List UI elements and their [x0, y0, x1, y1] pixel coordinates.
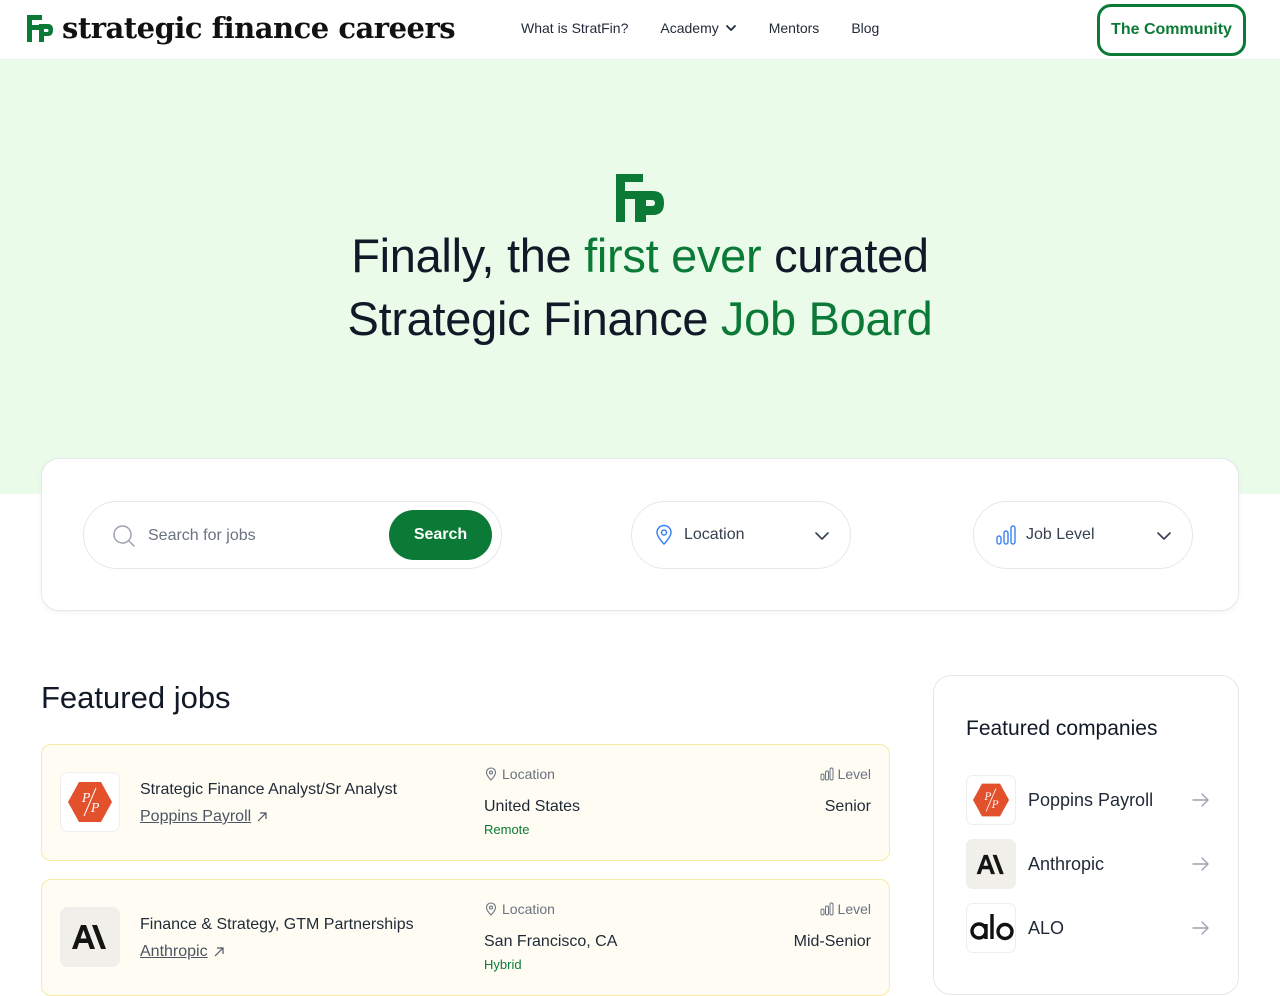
hero-title: Finally, the first ever curated Strategi… [0, 224, 1280, 350]
location-pin-icon [485, 902, 497, 916]
job-search-panel: Search Location Job Level [41, 458, 1239, 611]
company-logo [60, 907, 120, 967]
level-label-text: Level [837, 901, 871, 917]
job-location-note: Hybrid [484, 957, 522, 972]
search-box: Search [83, 501, 502, 569]
job-level-select[interactable]: Job Level [973, 501, 1193, 569]
hero-highlight: first ever [584, 229, 762, 282]
nav-what-is-stratfin[interactable]: What is StratFin? [521, 20, 628, 36]
company-item[interactable]: Anthropic [966, 839, 1210, 889]
nav-label: Blog [851, 20, 880, 36]
hero-highlight: Job Board [720, 292, 933, 345]
company-name: ALO [1028, 917, 1065, 938]
job-location-note: Remote [484, 822, 530, 837]
company-logo [966, 903, 1016, 953]
job-level: Senior [824, 798, 871, 815]
community-button[interactable]: The Community [1097, 4, 1246, 56]
location-pin-icon [485, 767, 497, 781]
job-company-link[interactable]: Poppins Payroll [140, 808, 267, 826]
nav-label: What is StratFin? [521, 20, 629, 36]
location-label: Location [484, 766, 555, 782]
search-button[interactable]: Search [389, 510, 492, 560]
search-icon [113, 525, 135, 547]
location-label: Location [484, 901, 555, 917]
level-bars-icon [996, 525, 1016, 545]
company-item[interactable]: PP Poppins Payroll [966, 775, 1210, 825]
logo-mark-icon [27, 15, 53, 42]
hero-section: Finally, the first ever curated Strategi… [0, 60, 1280, 494]
hero-text: Strategic Finance [347, 292, 721, 345]
location-pin-icon [656, 524, 672, 546]
job-level-select-label: Job Level [1026, 526, 1095, 543]
hero-text: Finally, the [351, 229, 585, 282]
featured-jobs-title: Featured jobs [41, 680, 231, 715]
location-label-text: Location [502, 766, 555, 782]
location-label-text: Location [502, 901, 555, 917]
site-logo[interactable]: strategic finance careers [24, 11, 456, 45]
company-logo [966, 839, 1016, 889]
nav-mentors[interactable]: Mentors [769, 20, 820, 36]
chevron-down-icon [815, 532, 829, 540]
job-company-link[interactable]: Anthropic [140, 943, 224, 961]
external-link-icon [257, 812, 267, 822]
poppins-payroll-logo-icon: PP [68, 782, 112, 822]
chevron-down-icon [1157, 532, 1171, 540]
company-logo: PP [60, 772, 120, 832]
arrow-right-icon [1192, 793, 1209, 807]
anthropic-logo-icon [976, 854, 1004, 874]
poppins-payroll-logo-icon: PP [973, 783, 1009, 817]
company-logo: PP [966, 775, 1016, 825]
company-item[interactable]: ALO [966, 903, 1210, 953]
company-name: Anthropic [1028, 853, 1105, 874]
job-card[interactable]: Finance & Strategy, GTM Partnerships Ant… [41, 879, 890, 996]
company-name: Anthropic [140, 943, 208, 960]
main-nav: What is StratFin? Academy Mentors Blog [521, 20, 879, 36]
alo-logo-icon [970, 914, 1014, 941]
nav-label: Academy [660, 20, 719, 36]
arrow-right-icon [1192, 857, 1209, 871]
nav-label: Mentors [768, 20, 820, 36]
job-title[interactable]: Finance & Strategy, GTM Partnerships [140, 916, 414, 934]
site-header: strategic finance careers What is StratF… [0, 0, 1280, 60]
anthropic-logo-icon [72, 925, 106, 949]
company-name: Poppins Payroll [140, 808, 252, 825]
search-input[interactable] [148, 524, 378, 548]
logo-text: strategic finance careers [62, 11, 456, 45]
level-bars-icon [820, 767, 834, 781]
job-location: San Francisco, CA [484, 933, 618, 950]
nav-blog[interactable]: Blog [851, 20, 879, 36]
arrow-right-icon [1192, 921, 1209, 935]
level-label: Level [820, 766, 871, 782]
nav-academy[interactable]: Academy [660, 20, 736, 36]
hero-text: curated [761, 229, 929, 282]
featured-companies-title: Featured companies [966, 717, 1158, 740]
chevron-down-icon [725, 25, 736, 31]
level-bars-icon [820, 902, 834, 916]
hero-logo-icon [616, 174, 664, 222]
location-select[interactable]: Location [631, 501, 851, 569]
job-title[interactable]: Strategic Finance Analyst/Sr Analyst [140, 781, 397, 799]
job-location: United States [484, 798, 581, 815]
level-label: Level [820, 901, 871, 917]
external-link-icon [214, 947, 224, 957]
job-card[interactable]: PP Strategic Finance Analyst/Sr Analyst … [41, 744, 890, 861]
svg-text:P: P [90, 801, 100, 815]
location-select-label: Location [684, 526, 745, 543]
level-label-text: Level [837, 766, 871, 782]
svg-text:P: P [991, 800, 999, 811]
job-level: Mid-Senior [793, 933, 871, 950]
featured-companies-panel: Featured companies PP Poppins Payroll An… [933, 675, 1239, 995]
company-name: Poppins Payroll [1028, 789, 1154, 810]
